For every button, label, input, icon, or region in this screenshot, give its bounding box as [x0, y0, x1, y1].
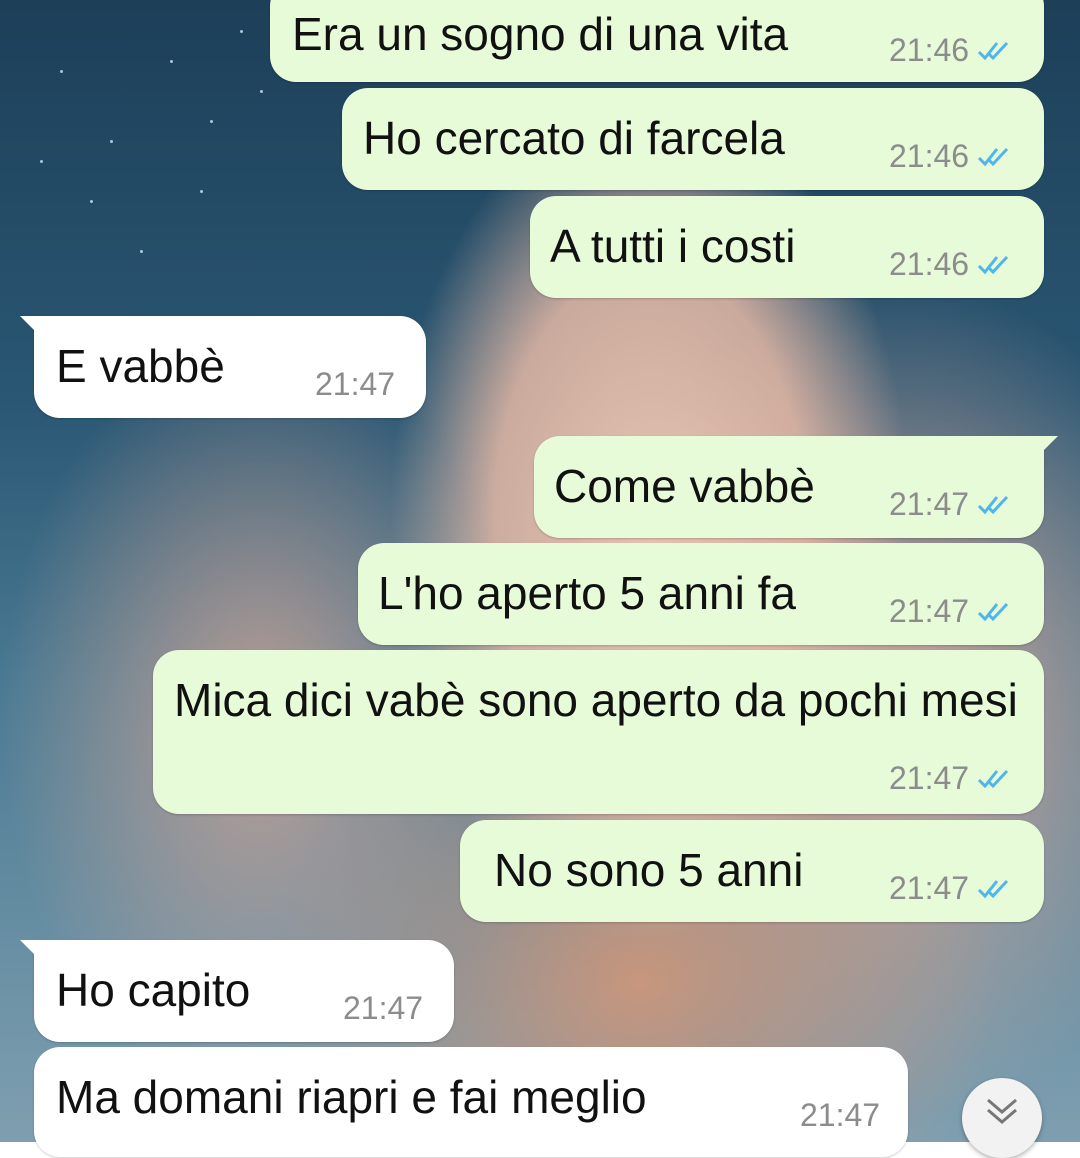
double-check-icon — [977, 40, 1013, 62]
outgoing-message[interactable]: L'ho aperto 5 anni fa 21:47 — [358, 543, 1044, 645]
incoming-message[interactable]: Ma domani riapri e fai meglio 21:47 — [34, 1047, 908, 1157]
message-text: E vabbè — [56, 340, 225, 392]
message-time: 21:46 — [889, 138, 970, 174]
message-text: No sono 5 anni — [494, 844, 804, 896]
message-text: L'ho aperto 5 anni fa — [378, 567, 796, 619]
double-check-icon — [977, 768, 1013, 790]
message-time: 21:46 — [889, 246, 970, 282]
bubble-tail — [20, 316, 48, 344]
message-meta: 21:47 — [343, 990, 423, 1027]
message-time: 21:47 — [889, 486, 970, 522]
message-meta: 21:47 — [800, 1097, 880, 1134]
outgoing-message[interactable]: Era un sogno di una vita 21:46 — [270, 0, 1044, 82]
message-text: Ho capito — [56, 964, 251, 1016]
double-check-icon — [977, 601, 1013, 623]
message-time: 21:47 — [343, 990, 424, 1026]
outgoing-message[interactable]: A tutti i costi 21:46 — [530, 196, 1044, 298]
outgoing-message[interactable]: Come vabbè 21:47 — [534, 436, 1058, 538]
message-time: 21:47 — [889, 870, 970, 906]
message-meta: 21:47 — [889, 870, 1013, 907]
message-text: Era un sogno di una vita — [292, 8, 789, 60]
message-meta: 21:46 — [889, 138, 1013, 175]
outgoing-message[interactable]: Mica dici vabè sono aperto da pochi mesi… — [153, 650, 1044, 814]
message-time: 21:47 — [315, 366, 396, 402]
incoming-message[interactable]: E vabbè 21:47 — [20, 316, 426, 418]
message-meta: 21:47 — [889, 760, 1013, 797]
message-meta: 21:46 — [889, 246, 1013, 283]
double-check-icon — [977, 146, 1013, 168]
message-meta: 21:46 — [889, 32, 1013, 69]
message-time: 21:47 — [889, 593, 970, 629]
incoming-message[interactable]: Ho capito 21:47 — [20, 940, 454, 1042]
message-meta: 21:47 — [889, 593, 1013, 630]
message-meta: 21:47 — [315, 366, 395, 403]
message-text: Ma domani riapri e fai meglio — [56, 1071, 647, 1123]
bubble-tail — [20, 940, 48, 968]
double-check-icon — [977, 254, 1013, 276]
message-text: A tutti i costi — [550, 220, 796, 272]
message-time: 21:46 — [889, 32, 970, 68]
double-check-icon — [977, 878, 1013, 900]
message-meta: 21:47 — [889, 486, 1013, 523]
bubble-tail — [1030, 436, 1058, 464]
message-list[interactable]: Era un sogno di una vita 21:46 Ho cercat… — [0, 0, 1080, 1157]
message-time: 21:47 — [800, 1097, 881, 1133]
chevron-double-down-icon — [984, 1096, 1020, 1131]
message-text: Ho cercato di farcela — [363, 112, 785, 164]
message-text: Mica dici vabè sono aperto da pochi mesi — [174, 674, 1018, 726]
message-text: Come vabbè — [554, 460, 815, 512]
scroll-to-bottom-button[interactable] — [962, 1078, 1042, 1158]
outgoing-message[interactable]: No sono 5 anni 21:47 — [460, 820, 1044, 922]
message-time: 21:47 — [889, 760, 970, 796]
double-check-icon — [977, 494, 1013, 516]
outgoing-message[interactable]: Ho cercato di farcela 21:46 — [342, 88, 1044, 190]
